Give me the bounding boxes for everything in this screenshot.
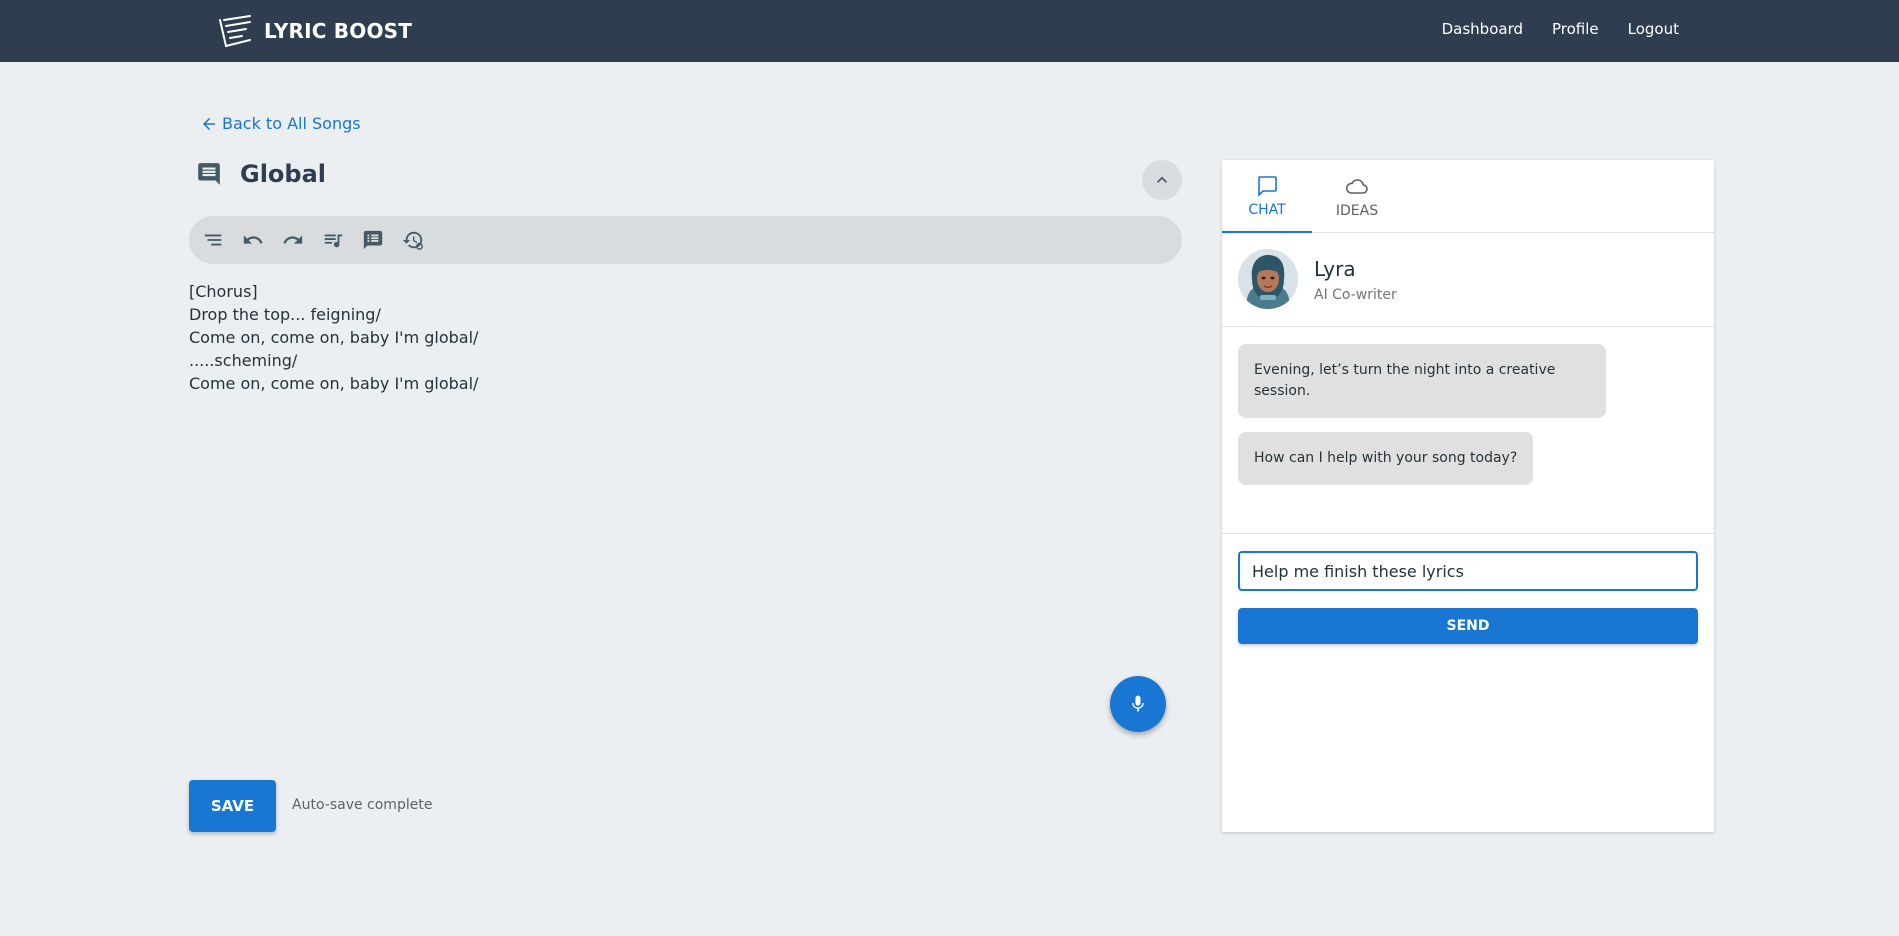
back-to-songs-link[interactable]: Back to All Songs bbox=[200, 114, 361, 133]
history-settings-icon bbox=[402, 231, 423, 250]
comment-icon bbox=[198, 163, 220, 185]
agent-role: AI Co-writer bbox=[1314, 287, 1397, 303]
redo-icon bbox=[283, 235, 303, 244]
microphone-button[interactable] bbox=[1110, 676, 1166, 732]
chat-message: How can I help with your song today? bbox=[1238, 432, 1534, 485]
comments-button[interactable] bbox=[359, 226, 387, 254]
playlist-music-icon bbox=[324, 234, 343, 248]
tab-chat[interactable]: CHAT bbox=[1222, 160, 1312, 233]
arrow-left-icon bbox=[203, 117, 215, 130]
brand-name: LYRIC BOOST bbox=[264, 19, 413, 43]
send-button[interactable]: SEND bbox=[1238, 608, 1698, 644]
undo-button[interactable] bbox=[239, 226, 267, 254]
chat-message: Evening, let’s turn the night into a cre… bbox=[1238, 344, 1606, 418]
microphone-icon bbox=[1132, 695, 1144, 712]
nav-profile[interactable]: Profile bbox=[1552, 20, 1599, 38]
comment-text-icon bbox=[363, 230, 383, 250]
lyric-line: Drop the top... feigning/ bbox=[189, 305, 381, 324]
tab-ideas[interactable]: IDEAS bbox=[1312, 160, 1402, 233]
undo-icon bbox=[243, 235, 263, 244]
autosave-status: Auto-save complete bbox=[292, 797, 433, 813]
editor-toolbar bbox=[189, 216, 1182, 264]
lyric-line: Come on, come on, baby I'm global/ bbox=[189, 374, 479, 393]
outline-icon bbox=[204, 234, 222, 246]
cowriter-panel: CHAT IDEAS Lyra AI Co-writer Evening, le… bbox=[1222, 160, 1714, 832]
song-title: Global bbox=[240, 160, 327, 188]
panel-tabs: CHAT IDEAS bbox=[1222, 160, 1714, 233]
lyric-line: [Chorus] bbox=[189, 282, 258, 301]
chat-messages: Evening, let’s turn the night into a cre… bbox=[1222, 328, 1714, 534]
tab-ideas-label: IDEAS bbox=[1335, 202, 1379, 219]
avatar bbox=[1238, 249, 1298, 309]
agent-name: Lyra bbox=[1314, 257, 1356, 281]
notebook-lines-icon bbox=[219, 15, 251, 48]
song-title-row: Global bbox=[196, 160, 326, 188]
save-button[interactable]: SAVE bbox=[189, 780, 276, 832]
chevron-up-icon bbox=[1157, 176, 1167, 183]
lyric-line: .....scheming/ bbox=[189, 351, 298, 370]
playlist-button[interactable] bbox=[319, 226, 347, 254]
back-link-label: Back to All Songs bbox=[222, 114, 361, 133]
tab-chat-label: CHAT bbox=[1248, 201, 1286, 218]
history-button[interactable] bbox=[399, 226, 427, 254]
top-nav-bar: LYRIC BOOST Dashboard Profile Logout bbox=[0, 0, 1899, 62]
brand[interactable]: LYRIC BOOST bbox=[216, 12, 412, 50]
outline-button[interactable] bbox=[199, 226, 227, 254]
chat-input[interactable] bbox=[1238, 551, 1698, 591]
chat-bubble-icon bbox=[1258, 175, 1277, 197]
lyric-line: Come on, come on, baby I'm global/ bbox=[189, 328, 479, 347]
nav-dashboard[interactable]: Dashboard bbox=[1442, 20, 1523, 38]
nav-logout[interactable]: Logout bbox=[1628, 20, 1679, 38]
cloud-icon bbox=[1345, 178, 1368, 194]
lyrics-editor[interactable]: [Chorus] Drop the top... feigning/ Come … bbox=[189, 280, 1179, 395]
agent-header: Lyra AI Co-writer bbox=[1222, 233, 1714, 327]
collapse-button[interactable] bbox=[1142, 160, 1182, 200]
redo-button[interactable] bbox=[279, 226, 307, 254]
main-nav: Dashboard Profile Logout bbox=[1442, 20, 1679, 38]
